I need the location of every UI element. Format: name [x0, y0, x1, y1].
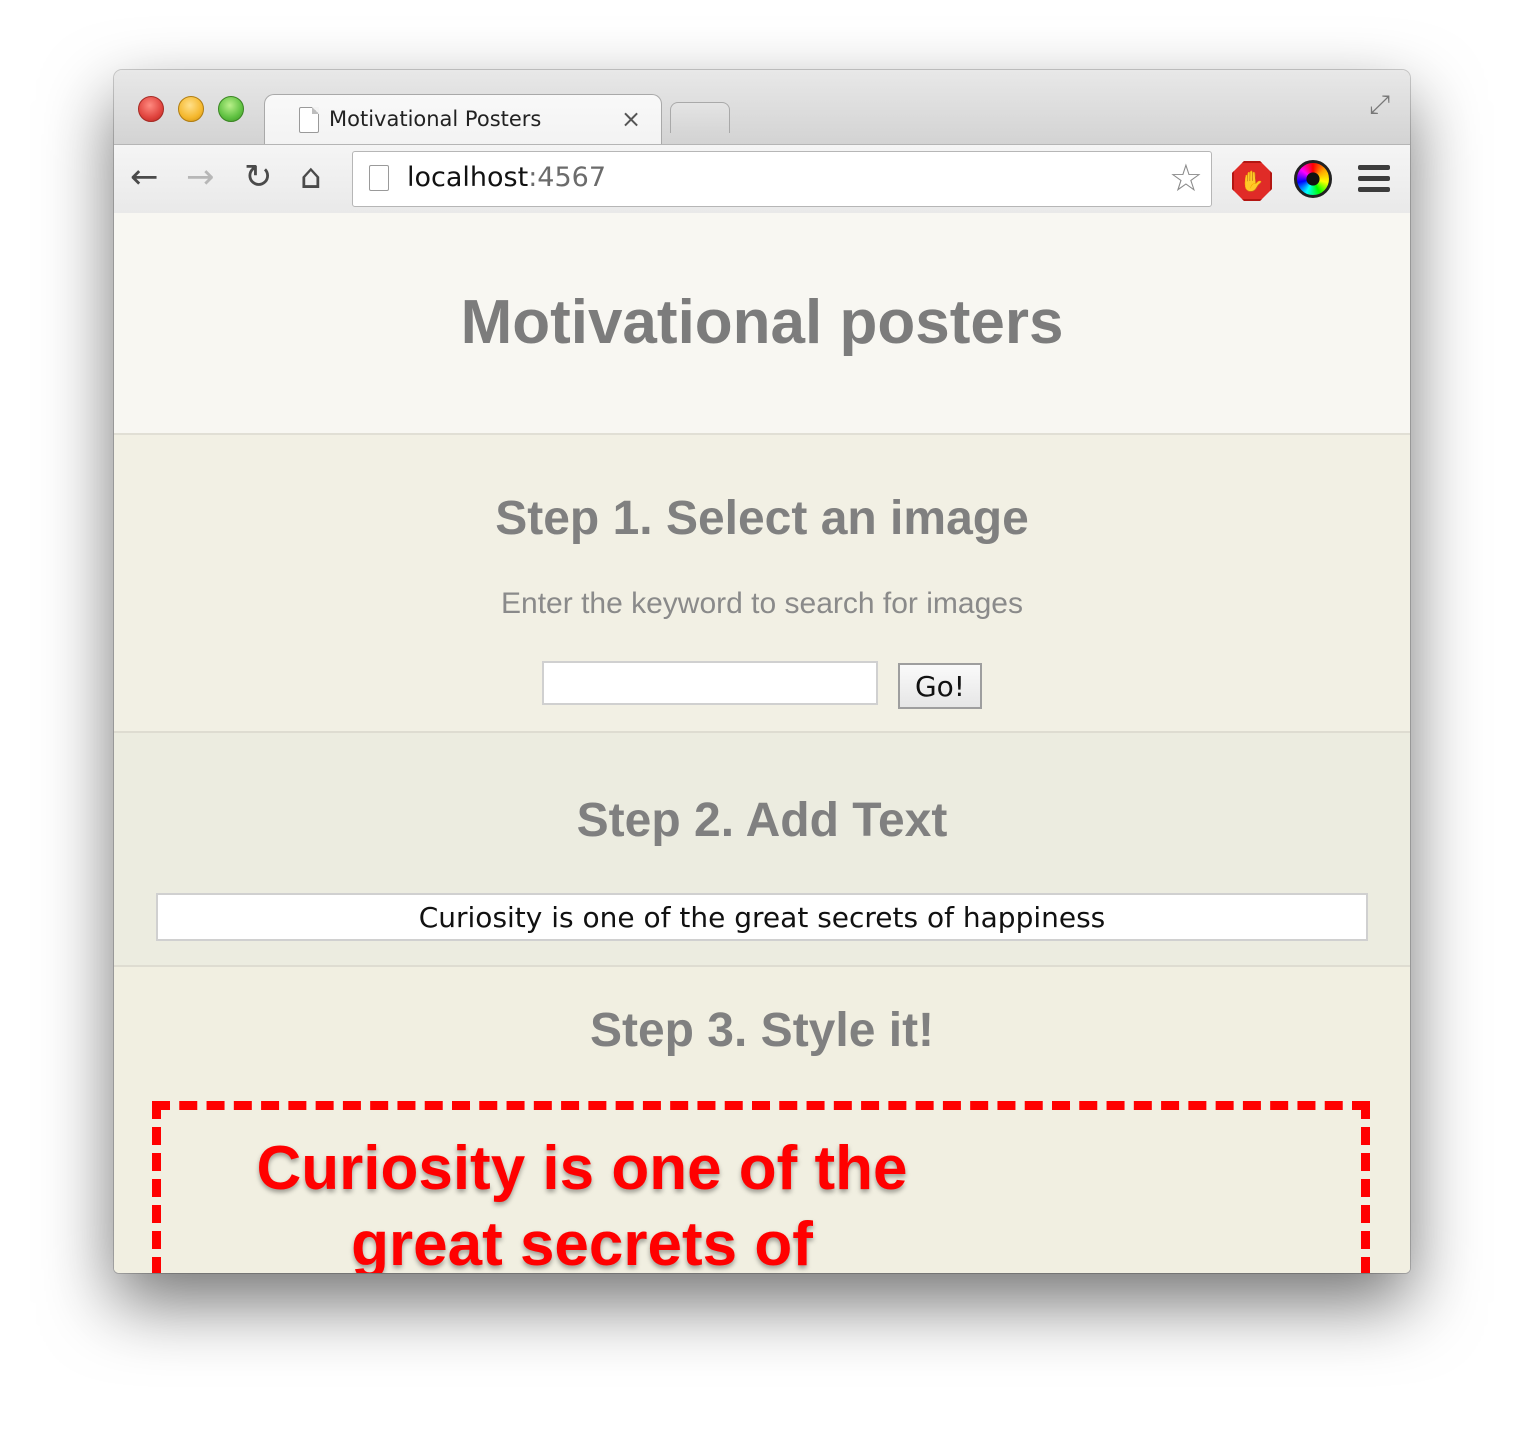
bookmark-star-icon[interactable]: ☆ [1169, 156, 1203, 200]
search-input[interactable] [542, 661, 878, 705]
poster-text-input[interactable] [156, 893, 1368, 941]
forward-icon[interactable]: → [186, 159, 215, 195]
url-host: localhost [407, 162, 529, 193]
page-icon [369, 165, 389, 191]
page-title: Motivational posters [460, 288, 1064, 357]
menu-icon[interactable] [1358, 165, 1390, 193]
browser-tab[interactable]: Motivational Posters × [264, 94, 662, 145]
zoom-window-button[interactable] [218, 96, 244, 122]
step2-heading: Step 2. Add Text [576, 794, 948, 847]
step3-section: Step 3. Style it! Curiosity is one of th… [114, 967, 1410, 1273]
step2-section: Step 2. Add Text [114, 733, 1410, 967]
step3-heading: Step 3. Style it! [589, 1004, 935, 1057]
new-tab-button[interactable] [670, 102, 730, 133]
title-bar: Motivational Posters × ⤢ [114, 70, 1410, 145]
step1-section: Step 1. Select an image Enter the keywor… [114, 435, 1410, 733]
back-icon[interactable]: ← [130, 159, 159, 195]
minimize-window-button[interactable] [178, 96, 204, 122]
browser-window: Motivational Posters × ⤢ ← → ↻ ⌂ localho… [114, 70, 1410, 1273]
home-icon[interactable]: ⌂ [300, 159, 322, 195]
page-header: Motivational posters [114, 213, 1410, 435]
reload-icon[interactable]: ↻ [244, 159, 273, 195]
url-port: :4567 [528, 162, 607, 193]
tab-close-icon[interactable]: × [621, 105, 641, 133]
tab-title: Motivational Posters [329, 107, 542, 131]
page-content: Motivational posters Step 1. Select an i… [114, 213, 1410, 1273]
fullscreen-icon[interactable]: ⤢ [1369, 90, 1390, 121]
poster-preview-text[interactable]: Curiosity is one of the great secrets of [212, 1131, 952, 1273]
adblock-extension-icon[interactable]: ✋ [1232, 161, 1272, 201]
address-bar[interactable]: localhost:4567 ☆ [352, 151, 1212, 207]
browser-toolbar: ← → ↻ ⌂ localhost:4567 ☆ ✋ [114, 144, 1410, 214]
close-window-button[interactable] [138, 96, 164, 122]
step1-heading: Step 1. Select an image [495, 492, 1029, 545]
search-hint: Enter the keyword to search for images [501, 587, 1023, 620]
url-text: localhost:4567 [407, 162, 606, 193]
go-button[interactable]: Go! [898, 663, 982, 709]
color-picker-extension-icon[interactable] [1294, 160, 1332, 198]
page-icon [299, 107, 319, 133]
